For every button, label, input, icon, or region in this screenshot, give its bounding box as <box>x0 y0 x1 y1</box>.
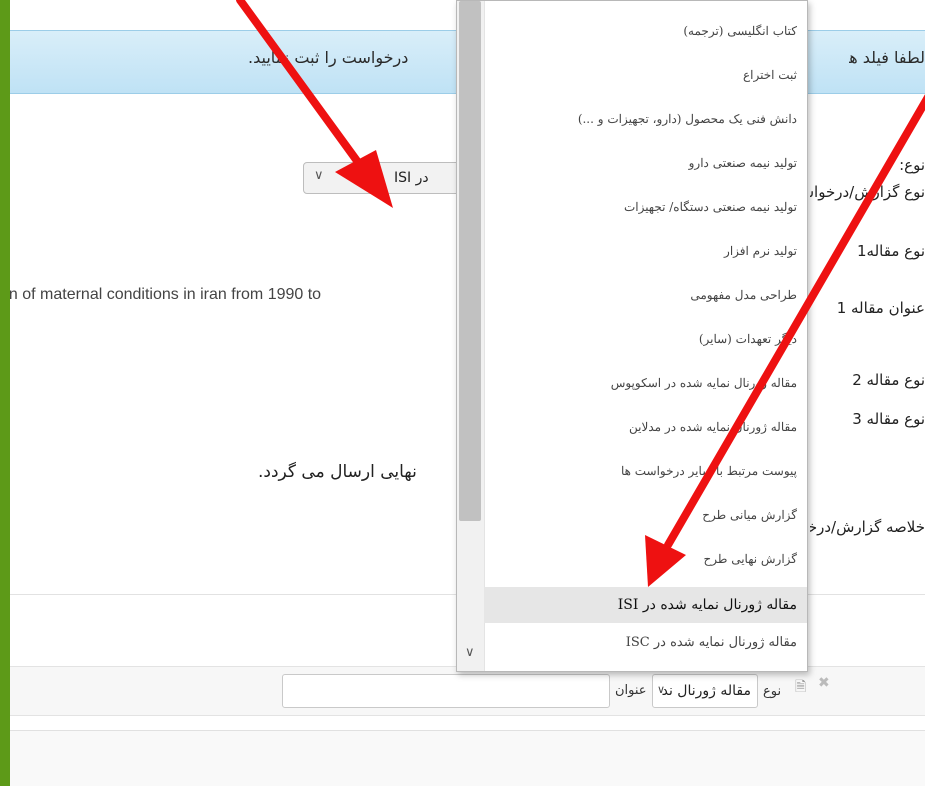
dropdown-option[interactable]: پیوست مرتبط با سایر درخواست ها <box>484 456 807 486</box>
dropdown-option[interactable]: گزارش میانی طرح <box>484 500 807 530</box>
attachment-title-label: عنوان <box>615 683 647 698</box>
dropdown-option[interactable]: تولید نرم افزار <box>484 236 807 266</box>
label-type: نوع: <box>899 156 925 174</box>
attachment-type-label: نوع <box>763 684 782 699</box>
label-article-type-3: نوع مقاله 3 <box>852 410 925 428</box>
banner-text-right: لطفا فیلد ها <box>849 48 925 67</box>
article-type-select-value: در ISI <box>394 170 429 186</box>
article-type-dropdown[interactable]: ∨ کتاب انگلیسی (ترجمه) ثبت اختراع دانش ف… <box>456 0 808 672</box>
label-report-type: نوع گزارش/درخواست <box>810 183 925 201</box>
dropdown-option[interactable]: تولید نیمه صنعتی دارو <box>484 148 807 178</box>
banner-text-left: درخواست را ثبت نمایید. <box>248 48 409 67</box>
submit-message: نهایی ارسال می گردد. <box>258 462 417 482</box>
dropdown-option[interactable]: مقاله ژورنال نمایه شده در اسکوپوس <box>484 368 807 398</box>
article-type-select[interactable]: در ISI ∨ <box>303 162 473 194</box>
dropdown-option[interactable]: دانش فنی یک محصول (دارو، تجهیزات و ...) <box>484 104 807 134</box>
scrollbar-thumb[interactable] <box>459 1 481 521</box>
label-summary: خلاصه گزارش/درخواست <box>810 518 925 536</box>
summary-textarea[interactable] <box>10 730 925 786</box>
attachment-type-select[interactable]: مقاله ژورنال ند ∨ <box>652 674 758 708</box>
dropdown-option[interactable]: مقاله ژورنال نمایه شده در ISC <box>484 628 807 658</box>
chevron-down-icon: ∨ <box>657 683 666 696</box>
dropdown-option[interactable]: ثبت اختراع <box>484 60 807 90</box>
dropdown-option[interactable]: گزارش نهایی طرح <box>484 544 807 574</box>
dropdown-option[interactable]: مقاله ژورنال نمایه شده در مدلاین <box>484 412 807 442</box>
dropdown-option[interactable]: دیگر تعهدات (سایر) <box>484 324 807 354</box>
article-title-value[interactable]: en of maternal conditions in iran from 1… <box>10 286 458 304</box>
dropdown-option-selected[interactable]: مقاله ژورنال نمایه شده در ISI <box>484 587 807 623</box>
scrollbar[interactable]: ∨ <box>457 1 485 671</box>
scroll-down-icon[interactable]: ∨ <box>465 645 475 660</box>
dropdown-option[interactable]: کتاب انگلیسی (ترجمه) <box>484 16 807 46</box>
close-icon[interactable]: ✖ <box>818 675 830 691</box>
chevron-down-icon: ∨ <box>314 168 324 183</box>
label-article-type-2: نوع مقاله 2 <box>852 371 925 389</box>
label-article-type-1: نوع مقاله1 <box>857 242 925 260</box>
label-article-title-1: عنوان مقاله 1 <box>836 299 925 317</box>
dropdown-option[interactable]: طراحی مدل مفهومی <box>484 280 807 310</box>
file-icon[interactable]: 🗎 <box>795 676 806 700</box>
dropdown-option[interactable]: تولید نیمه صنعتی دستگاه/ تجهیزات <box>484 192 807 222</box>
attachment-type-value: مقاله ژورنال ند <box>661 683 751 699</box>
attachment-title-input[interactable] <box>282 674 610 708</box>
